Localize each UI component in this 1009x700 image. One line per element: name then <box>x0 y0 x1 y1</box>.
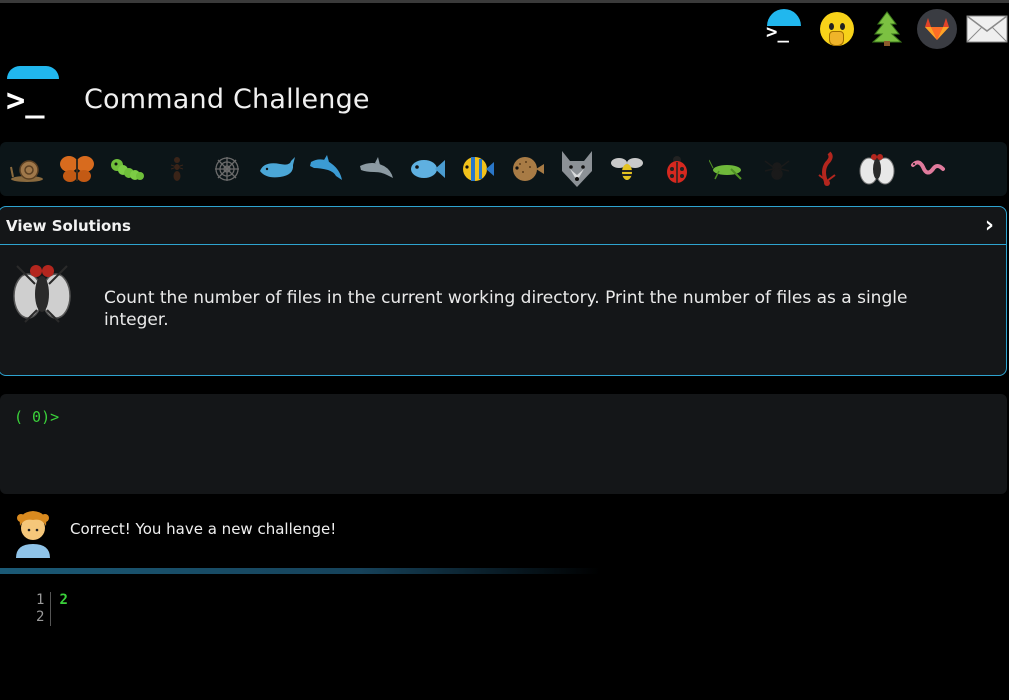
fly-icon <box>11 260 73 328</box>
section-divider <box>0 568 600 574</box>
whale-icon[interactable] <box>252 146 302 192</box>
output-lines: 2 <box>51 592 67 626</box>
line-number-gutter: 1 2 <box>36 592 52 626</box>
butterfly-icon[interactable] <box>52 146 102 192</box>
terminal-icon[interactable]: >_ <box>762 7 812 51</box>
person-avatar-icon <box>12 506 54 562</box>
fly-icon[interactable] <box>852 146 902 192</box>
line-number: 1 <box>36 592 45 608</box>
caterpillar-icon[interactable] <box>102 146 152 192</box>
dolphin-icon[interactable] <box>352 146 402 192</box>
challenge-panel: View Solutions › Count the number of fil… <box>0 206 1007 376</box>
command-output: 1 2 2 <box>36 592 68 626</box>
feedback-message: Correct! You have a new challenge! <box>70 520 337 538</box>
top-border <box>0 0 1009 3</box>
terminal-prompt: ( 0)> <box>14 408 60 426</box>
fish-icon[interactable] <box>402 146 452 192</box>
spider-web-icon[interactable] <box>202 146 252 192</box>
tropical-fish-icon[interactable] <box>452 146 502 192</box>
gitlab-icon[interactable] <box>912 7 962 51</box>
scorpion-icon[interactable] <box>802 146 852 192</box>
wolf-icon[interactable] <box>552 146 602 192</box>
top-icon-bar: >_ <box>762 7 1009 51</box>
terminal-logo-icon[interactable]: >_ <box>6 66 60 120</box>
spider-icon[interactable] <box>752 146 802 192</box>
output-line: 2 <box>59 592 68 608</box>
shushing-face-icon[interactable] <box>812 7 862 51</box>
view-solutions-toggle[interactable]: View Solutions › <box>0 207 1006 245</box>
evergreen-tree-icon[interactable] <box>862 7 912 51</box>
ladybug-icon[interactable] <box>652 146 702 192</box>
cricket-icon[interactable] <box>702 146 752 192</box>
chevron-right-icon: › <box>984 213 994 238</box>
terminal-input-area[interactable]: ( 0)> <box>0 394 1007 494</box>
view-solutions-label: View Solutions <box>6 216 131 235</box>
challenge-description: Count the number of files in the current… <box>104 288 908 330</box>
page-title: Command Challenge <box>84 84 370 115</box>
envelope-icon[interactable] <box>962 7 1009 51</box>
bee-icon[interactable] <box>602 146 652 192</box>
challenge-creature-strip <box>0 142 1007 196</box>
dolphin-icon[interactable] <box>302 146 352 192</box>
worm-icon[interactable] <box>902 146 952 192</box>
ant-icon[interactable] <box>152 146 202 192</box>
line-number: 2 <box>36 609 45 625</box>
snail-icon[interactable] <box>2 146 52 192</box>
blowfish-icon[interactable] <box>502 146 552 192</box>
